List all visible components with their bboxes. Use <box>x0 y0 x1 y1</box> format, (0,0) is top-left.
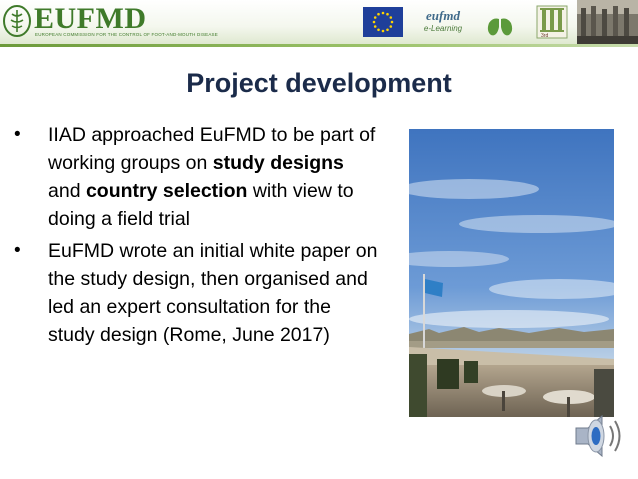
bullet-text-bold: study designs <box>212 152 344 174</box>
header-bar: EUFMD EUROPEAN COMMISSION FOR THE CONTRO… <box>0 0 638 44</box>
ruins-photo-thumbnail <box>577 0 638 44</box>
elearning-brand: eufmd <box>426 8 460 23</box>
header-divider <box>0 44 638 47</box>
fao-emblem-icon <box>3 5 31 37</box>
bullet-glyph: • <box>14 240 21 261</box>
eufmd-logo-text: EUFMD <box>34 2 147 35</box>
bullet-list: • IIAD approached EuFMD to be part of wo… <box>10 121 380 353</box>
eufmd-logo-subtitle: EUROPEAN COMMISSION FOR THE CONTROL OF F… <box>35 32 218 37</box>
bullet-text-bold: country selection <box>85 180 248 202</box>
bullet-text-part: and <box>48 180 86 202</box>
eu-flag-icon <box>363 7 403 37</box>
rome-terrace-photo <box>409 129 614 417</box>
slide-title: Project development <box>186 68 452 98</box>
pillar-caption: 3rd <box>541 33 548 39</box>
elearning-label: e-Learning <box>423 24 463 33</box>
pillar-logo-icon: 3rd <box>536 5 568 39</box>
speaker-icon[interactable] <box>572 408 630 464</box>
eufmd-elearning-logo: eufmd e-Learning <box>413 5 473 39</box>
bullet-item: • EuFMD wrote an initial white paper on … <box>10 237 380 349</box>
bullet-text-part: EuFMD wrote an initial white paper on th… <box>48 240 378 346</box>
bullet-glyph: • <box>14 124 21 145</box>
bullet-item: • IIAD approached EuFMD to be part of wo… <box>10 121 380 233</box>
lungs-logo-icon <box>487 9 513 36</box>
